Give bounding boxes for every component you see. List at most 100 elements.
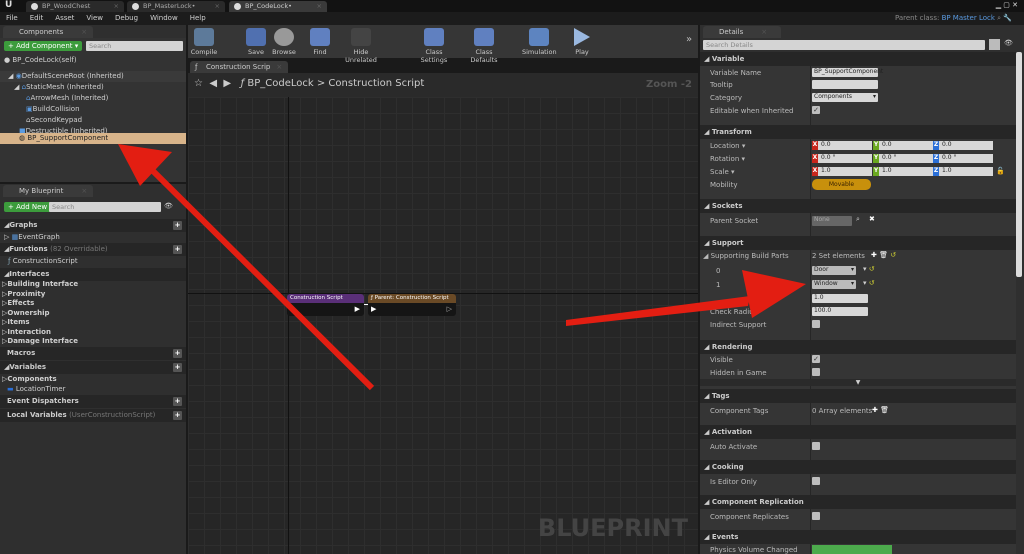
- component-item[interactable]: ▣BuildCollision: [0, 104, 186, 115]
- browse-button[interactable]: Browse: [271, 28, 297, 56]
- scale-y[interactable]: Y 1.0: [873, 167, 933, 176]
- menu-file[interactable]: File: [6, 14, 18, 23]
- component-item-selected[interactable]: ◍ BP_SupportComponent: [0, 133, 186, 144]
- parent-socket-field[interactable]: None: [812, 216, 852, 226]
- location-z[interactable]: Z 0.0: [933, 141, 993, 150]
- component-item[interactable]: ⌂ArrowMesh (Inherited): [0, 93, 186, 104]
- hide-unrelated-button[interactable]: Hide Unrelated: [338, 28, 384, 64]
- tooltip-input[interactable]: [812, 80, 878, 89]
- add-macro-button[interactable]: +: [173, 349, 182, 358]
- graph-tab-construction-script[interactable]: ƒ Construction Scrip ×: [190, 61, 289, 73]
- details-search-input[interactable]: Search Details: [703, 40, 985, 50]
- window-controls[interactable]: ▁ ▢ ✕: [996, 1, 1018, 9]
- lock-icon[interactable]: 🔓: [996, 167, 1005, 175]
- construction-script-node[interactable]: Construction Script ▶: [287, 294, 364, 316]
- menu-window[interactable]: Window: [150, 14, 178, 23]
- exec-out-pin[interactable]: ▷: [447, 305, 452, 313]
- back-arrow-icon[interactable]: ◀: [209, 78, 217, 89]
- component-item[interactable]: ◢ ◉DefaultSceneRoot (Inherited): [0, 71, 186, 82]
- exec-in-pin[interactable]: ▶: [371, 305, 376, 313]
- graph-canvas[interactable]: Construction Script ▶ ƒ Parent: Construc…: [188, 97, 698, 554]
- clear-icon[interactable]: ✖: [869, 215, 875, 223]
- parent-class-link[interactable]: BP Master Lock: [942, 14, 995, 22]
- parent-construction-script-node[interactable]: ƒ Parent: Construction Script ▶ ▷: [368, 294, 456, 316]
- section-macros[interactable]: Macros +: [0, 347, 186, 360]
- forward-arrow-icon[interactable]: ▶: [223, 78, 231, 89]
- class-defaults-button[interactable]: Class Defaults: [462, 28, 506, 64]
- variable-name-input[interactable]: BP_SupportComponent: [812, 68, 883, 77]
- section-transform[interactable]: ◢ Transform: [700, 125, 1016, 139]
- component-item[interactable]: ⌂SecondKeypad: [0, 115, 186, 126]
- add-dispatcher-button[interactable]: +: [173, 397, 182, 406]
- add-event-button[interactable]: [812, 545, 892, 554]
- section-activation[interactable]: ◢ Activation: [700, 425, 1016, 439]
- details-scrollbar[interactable]: [1016, 52, 1022, 277]
- eye-icon[interactable]: 👁: [1004, 39, 1013, 47]
- blueprint-search-input[interactable]: Search: [49, 202, 161, 212]
- part-0-dropdown[interactable]: Door ▾: [812, 266, 856, 275]
- section-events[interactable]: ◢ Events: [700, 530, 1016, 544]
- menu-asset[interactable]: Asset: [55, 14, 74, 23]
- section-local-variables[interactable]: Local Variables (UserConstructionScript)…: [0, 409, 186, 422]
- editor-only-checkbox[interactable]: [812, 477, 820, 485]
- add-tag-icon[interactable]: ✚ 🗑: [872, 406, 889, 414]
- add-component-button[interactable]: + Add Component ▾: [4, 41, 83, 51]
- movable-button[interactable]: Movable: [812, 179, 871, 190]
- part-1-dropdown[interactable]: Window ▾: [812, 280, 856, 289]
- search-icon[interactable]: ⌕: [856, 215, 860, 224]
- editable-checkbox[interactable]: ✓: [812, 106, 820, 114]
- menu-view[interactable]: View: [86, 14, 103, 23]
- play-button[interactable]: Play: [570, 28, 594, 56]
- scale-x[interactable]: X 1.0: [812, 167, 872, 176]
- add-function-button[interactable]: +: [173, 245, 182, 254]
- add-element-icon[interactable]: ✚ 🗑 ↺: [871, 251, 896, 259]
- components-tab[interactable]: Components ×: [3, 26, 94, 38]
- section-variables[interactable]: ◢Variables +: [0, 361, 186, 374]
- location-label[interactable]: Location ▾: [710, 142, 745, 150]
- auto-activate-checkbox[interactable]: [812, 442, 820, 450]
- section-rendering[interactable]: ◢ Rendering: [700, 340, 1016, 354]
- interface-item[interactable]: ▷Damage Interface: [0, 336, 186, 347]
- compile-button[interactable]: Compile: [190, 28, 218, 56]
- breadcrumb-blueprint[interactable]: BP_CodeLock: [247, 78, 313, 89]
- section-variable[interactable]: ◢ Variable: [700, 52, 1016, 66]
- exec-out-pin[interactable]: ▶: [355, 305, 360, 313]
- scale-z[interactable]: Z 1.0: [933, 167, 993, 176]
- menu-help[interactable]: Help: [190, 14, 206, 23]
- indirect-support-checkbox[interactable]: [812, 320, 820, 328]
- section-cooking[interactable]: ◢ Cooking: [700, 460, 1016, 474]
- eye-icon[interactable]: 👁: [164, 202, 173, 210]
- find-button[interactable]: Find: [310, 28, 330, 56]
- component-item[interactable]: ◢ ⌂StaticMesh (Inherited): [0, 82, 186, 93]
- visible-checkbox[interactable]: ✓: [812, 355, 820, 363]
- section-graphs[interactable]: ◢Graphs +: [0, 219, 186, 232]
- category-dropdown[interactable]: Components ▾: [812, 93, 878, 102]
- expand-advanced-button[interactable]: ▼: [700, 379, 1016, 386]
- section-tags[interactable]: ◢ Tags: [700, 389, 1016, 403]
- section-support[interactable]: ◢ Support: [700, 236, 1016, 250]
- rotation-z[interactable]: Z 0.0 °: [933, 154, 993, 163]
- location-y[interactable]: Y 0.0: [873, 141, 933, 150]
- add-variable-button[interactable]: +: [173, 363, 182, 372]
- function-item[interactable]: ƒ ConstructionScript: [0, 256, 186, 267]
- tab-master-lock[interactable]: BP_MasterLock• ×: [127, 1, 225, 12]
- rotation-x[interactable]: X 0.0 °: [812, 154, 872, 163]
- class-settings-button[interactable]: Class Settings: [412, 28, 456, 64]
- simulation-button[interactable]: Simulation: [522, 28, 557, 56]
- section-component-replication[interactable]: ◢ Component Replication: [700, 495, 1016, 509]
- graph-item[interactable]: ▷ ▦EventGraph: [0, 232, 186, 243]
- check-radius-input[interactable]: 100.0: [812, 307, 868, 316]
- reset-icon[interactable]: ↺: [869, 279, 875, 287]
- grid-view-icon[interactable]: [989, 39, 1000, 50]
- reset-icon[interactable]: ↺: [869, 265, 875, 273]
- scale-label[interactable]: Scale ▾: [710, 168, 735, 176]
- rotation-y[interactable]: Y 0.0 °: [873, 154, 933, 163]
- section-sockets[interactable]: ◢ Sockets: [700, 199, 1016, 213]
- rotation-label[interactable]: Rotation ▾: [710, 155, 745, 163]
- hidden-in-game-checkbox[interactable]: [812, 368, 820, 376]
- tab-wood-chest[interactable]: BP_WoodChest ×: [26, 1, 124, 12]
- save-button[interactable]: Save: [246, 28, 266, 56]
- tab-code-lock[interactable]: BP_CodeLock• ×: [229, 1, 327, 12]
- value-input[interactable]: 1.0: [812, 294, 868, 303]
- variable-item[interactable]: ▬ LocationTimer: [0, 384, 186, 395]
